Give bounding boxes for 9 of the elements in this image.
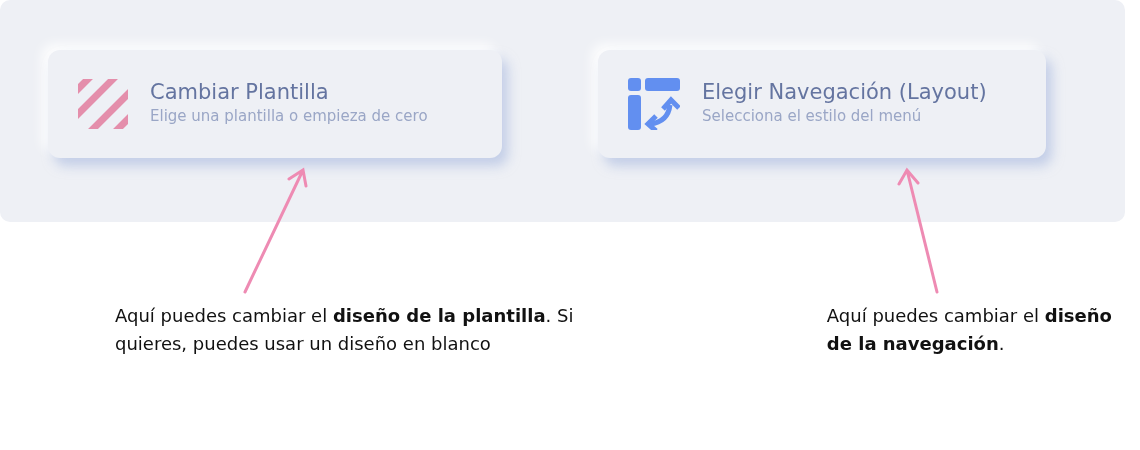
layout-swap-icon bbox=[628, 78, 680, 130]
annotation-text: Aquí puedes cambiar el diseño de la plantilla. Si quieres, puedes usar un diseño en blanco bbox=[115, 304, 575, 356]
card-subtitle: Elige una plantilla o empieza de cero bbox=[150, 106, 428, 128]
card-title: Cambiar Plantilla bbox=[150, 80, 330, 106]
card-subtitle: Selecciona el estilo del menú bbox=[702, 106, 923, 128]
option-card[interactable]: Elegir Navegación (Layout) Selecciona el estilo del menú bbox=[598, 50, 1046, 158]
card-title: Elegir Navegación (Layout) bbox=[702, 80, 987, 106]
annotation-text: Aquí puedes cambiar el diseño de la navegación. bbox=[826, 304, 1113, 356]
option-card[interactable]: Cambiar Plantilla Elige una plantilla o empieza de cero bbox=[48, 50, 502, 158]
